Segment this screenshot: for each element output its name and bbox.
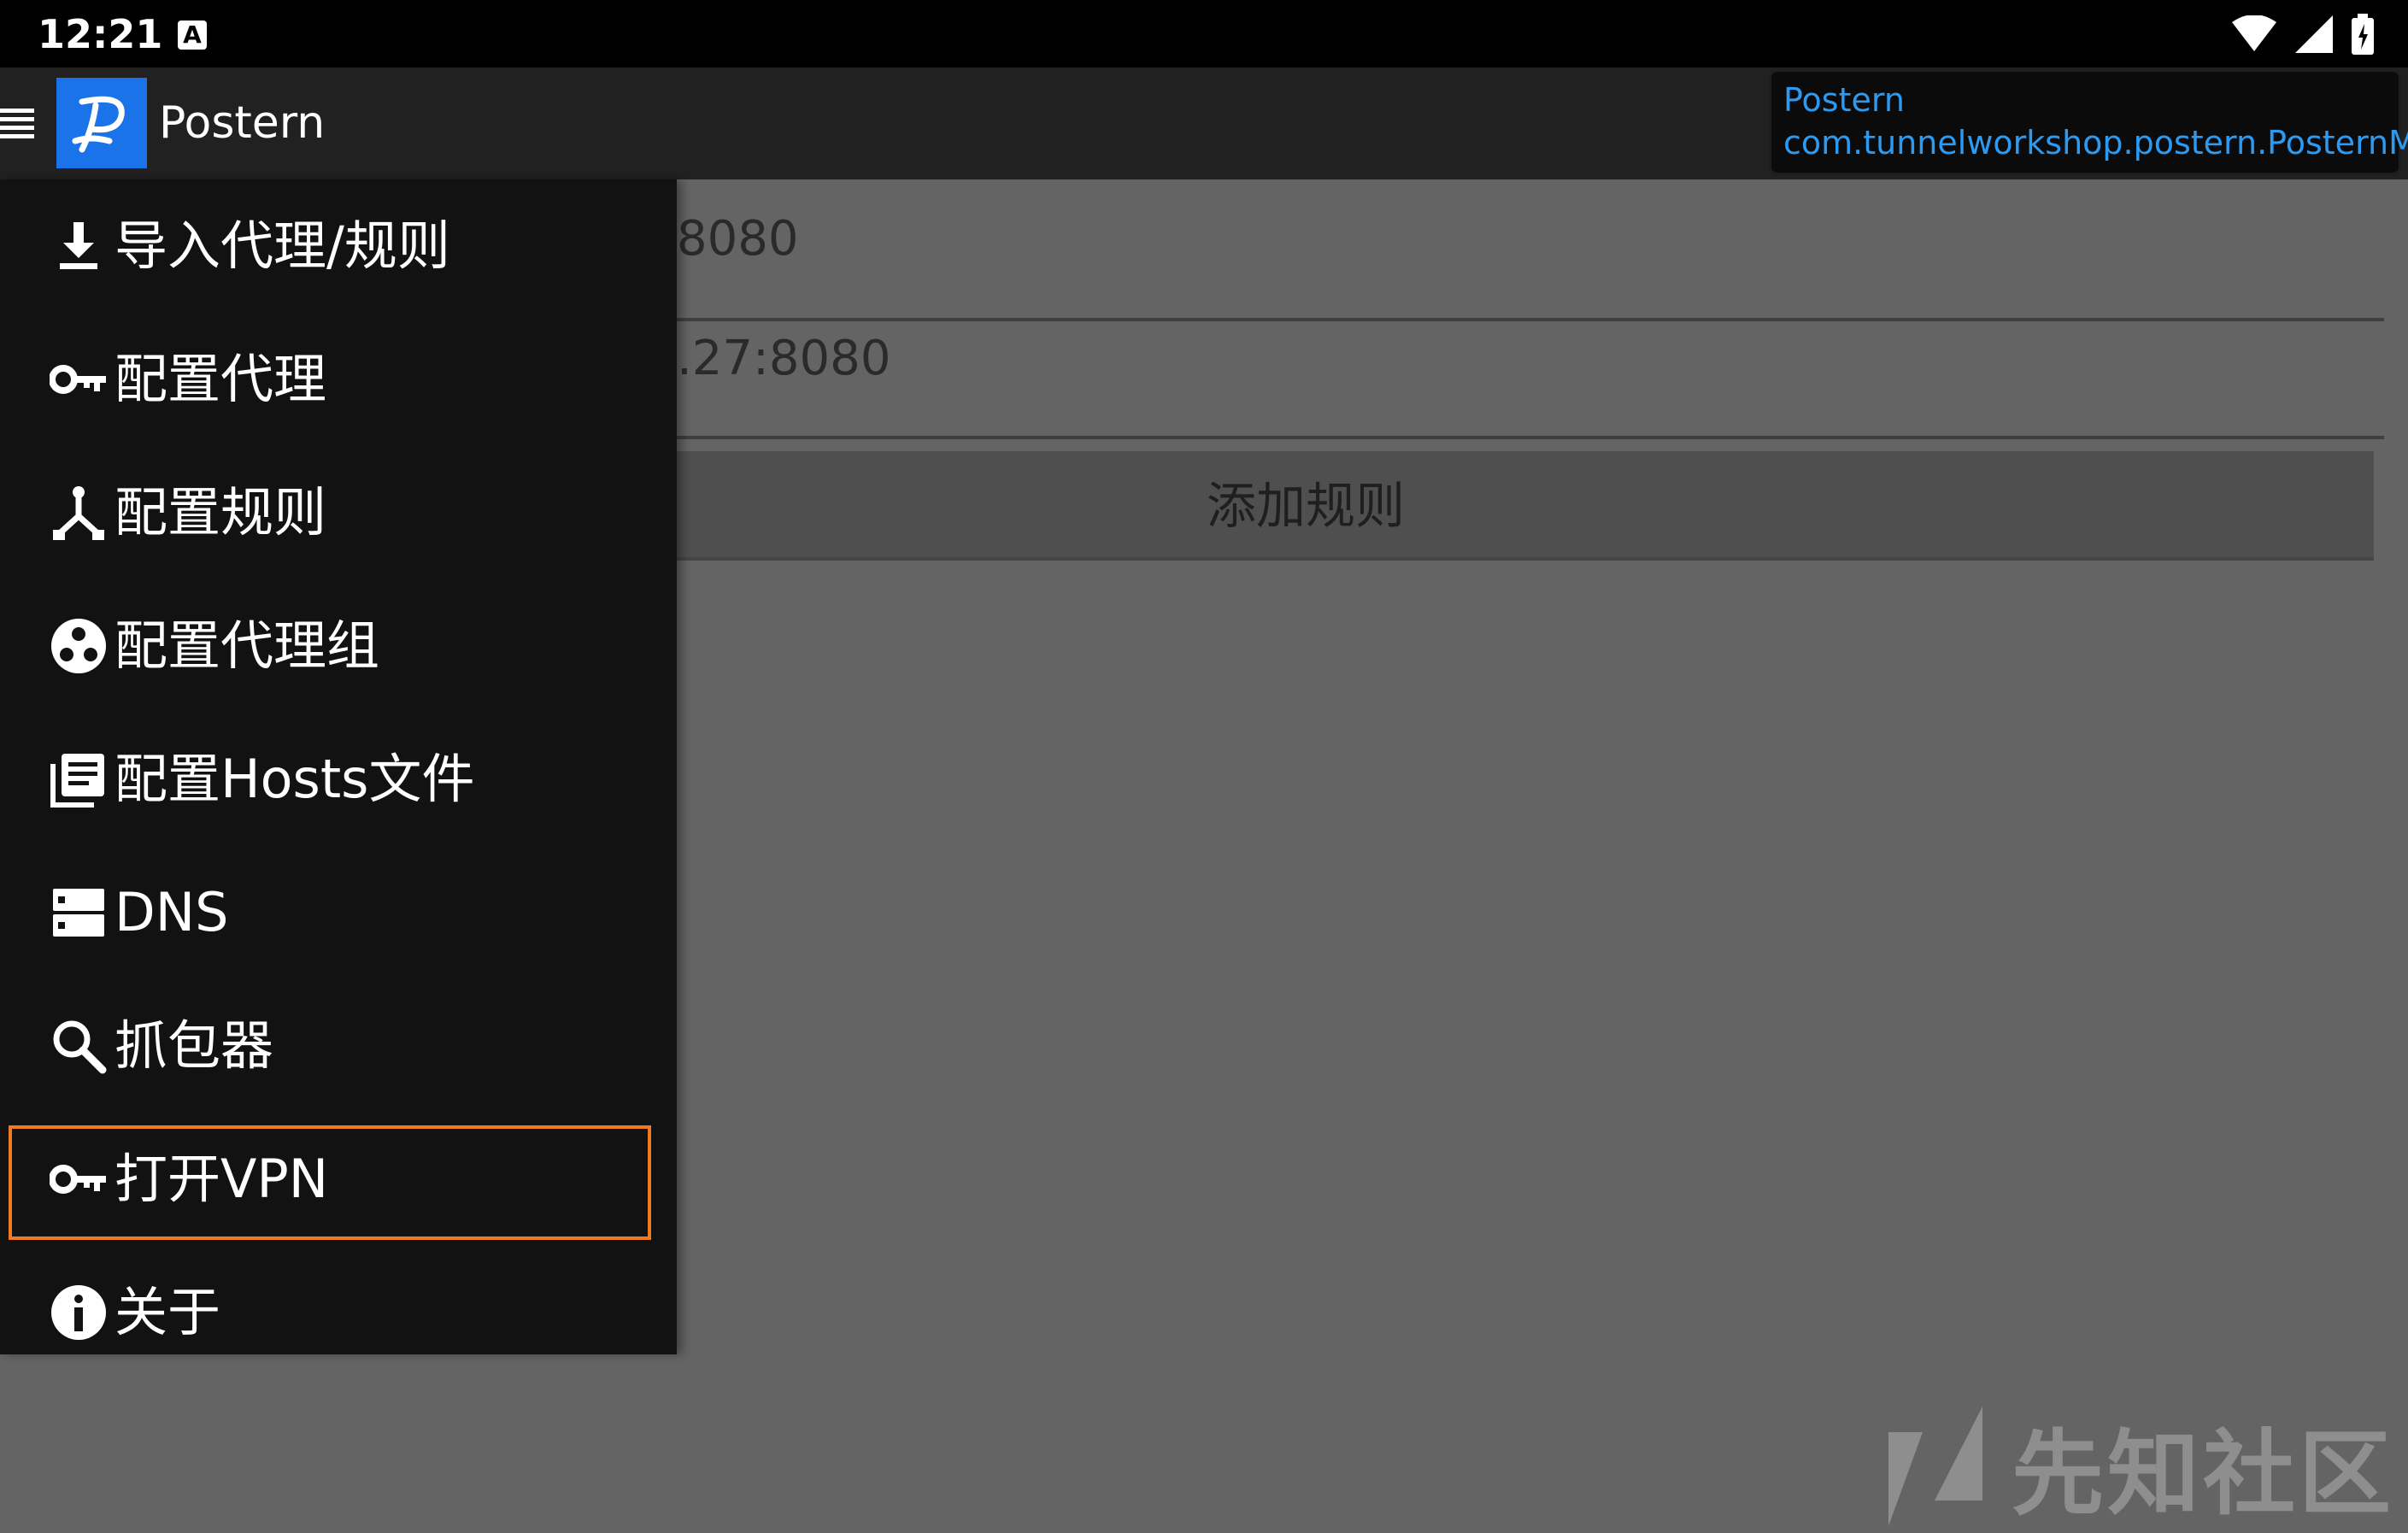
drawer-item-configure-rules[interactable]: 配置规则 [0,446,677,579]
dns-icon [53,889,104,937]
key-icon [50,365,106,394]
drawer-item-label: 抓包器 [115,1014,274,1077]
drawer-item-configure-proxy[interactable]: 配置代理 [0,313,677,446]
divider [677,436,2384,439]
hamburger-menu-icon[interactable] [0,105,38,143]
drawer-item-label: 配置规则 [115,481,327,543]
drawer-item-label: 关于 [115,1281,221,1343]
drawer-item-label: 打开VPN [115,1148,329,1210]
activity-info-overlay: Postern com.tunnelworkshop.postern.Poste… [1769,69,2408,175]
drawer-item-label: 导入代理/规则 [115,214,450,277]
watermark-logo-icon [1888,1407,1982,1526]
status-time: 12:21 [38,11,163,57]
drawer-item-open-vpn[interactable]: 打开VPN [0,1113,677,1246]
drawer-item-import[interactable]: 导入代理/规则 [0,179,677,313]
battery-icon [2352,14,2374,55]
app-title: Postern [159,97,326,149]
activity-component: com.tunnelworkshop.postern.PosternMain [1783,124,2408,162]
app-logo[interactable] [56,78,147,168]
watermark-text: 先知社区 [2012,1421,2395,1528]
status-icons [2232,12,2374,56]
navigation-drawer: 导入代理/规则 配置代理 配置规则 配置代理组 配置Hosts文件 DNS 抓包… [0,179,677,1354]
drawer-item-about[interactable]: 关于 [0,1246,677,1379]
info-icon [51,1285,106,1340]
drawer-item-configure-proxy-group[interactable]: 配置代理组 [0,579,677,713]
add-rule-button[interactable]: 添加规则 [677,451,2374,561]
library-icon [50,754,104,808]
drawer-item-configure-hosts[interactable]: 配置Hosts文件 [0,713,677,846]
drawer-item-label: 配置代理组 [115,614,380,677]
drawer-item-label: 配置Hosts文件 [115,748,475,810]
drawer-item-label: DNS [115,881,229,943]
notification-icon: A [178,21,207,50]
proxy-row-1[interactable]: 8080 [677,209,2384,269]
app-toolbar: Postern Postern com.tunnelworkshop.poste… [0,68,2408,179]
fork-icon [53,486,104,540]
activity-app-name: Postern [1783,81,1905,119]
search-icon [53,1020,107,1074]
download-icon [60,222,97,269]
group-icon [51,619,106,673]
add-rule-label: 添加规则 [1207,477,1406,535]
watermark: 先知社区 [1888,1407,2394,1528]
postern-logo-icon [72,96,125,153]
key-icon [50,1165,106,1194]
drawer-item-packet-capture[interactable]: 抓包器 [0,979,677,1113]
drawer-item-label: 配置代理 [115,348,327,410]
proxy-row-2[interactable]: .27:8080 [677,329,2384,389]
drawer-item-dns[interactable]: DNS [0,846,677,979]
signal-icon [2295,15,2333,53]
wifi-icon [2232,15,2276,51]
status-bar: 12:21 A [0,0,2408,68]
divider [677,318,2384,321]
